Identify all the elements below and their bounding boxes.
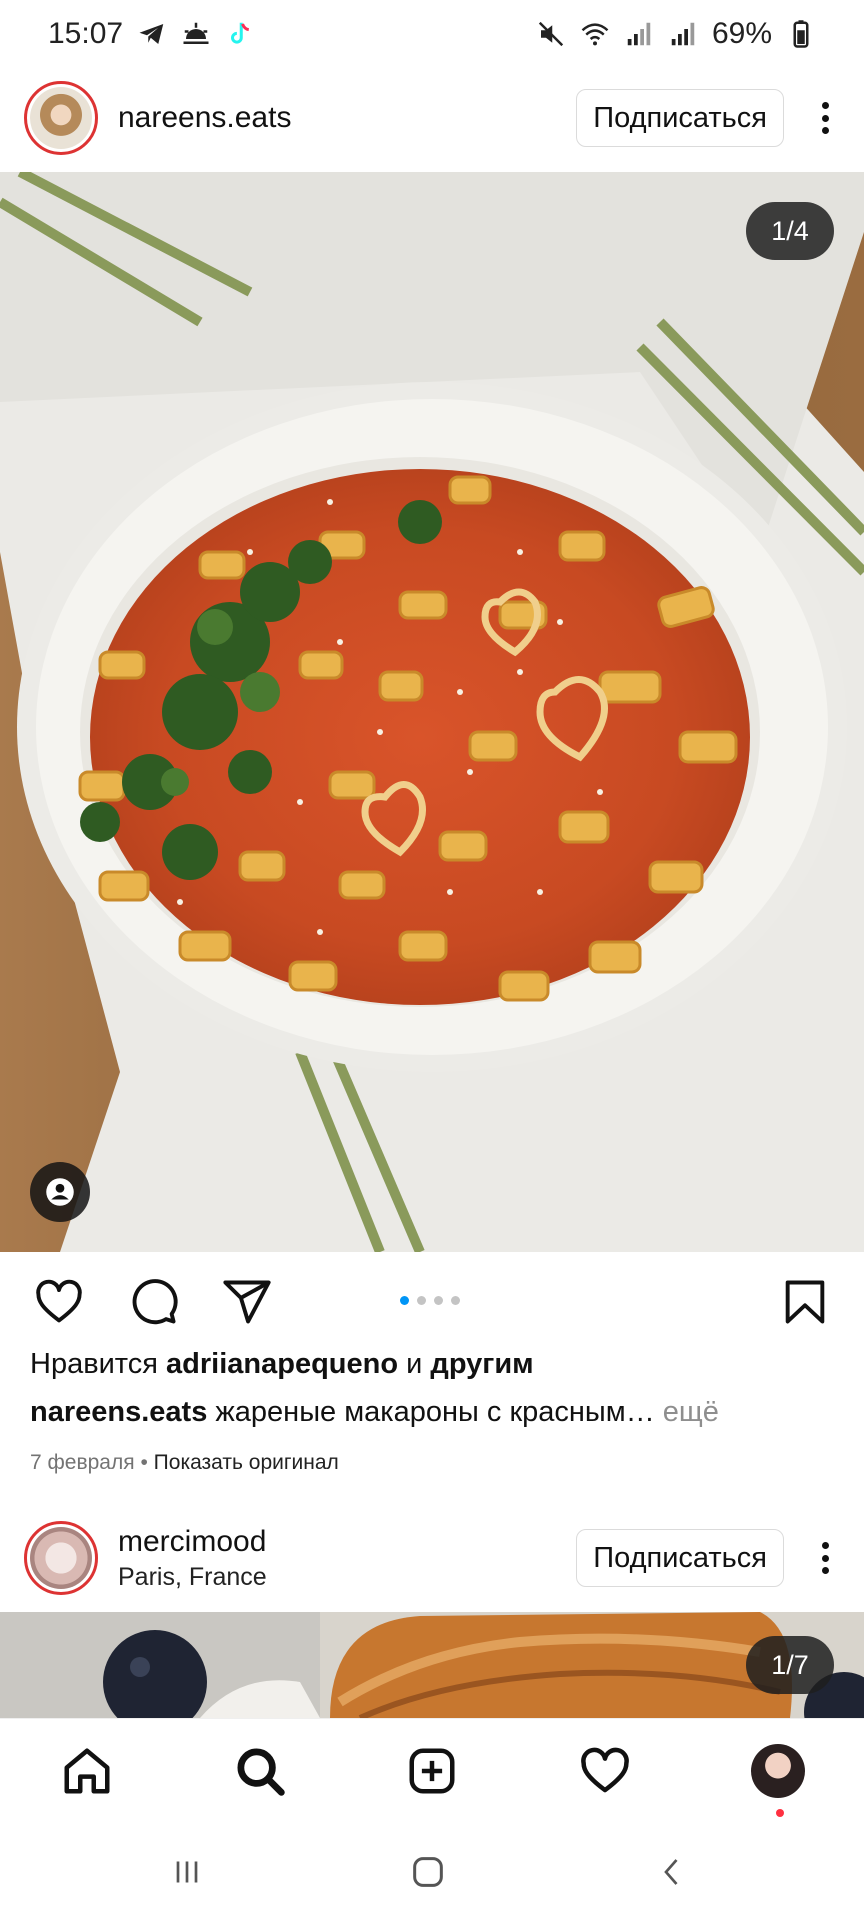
likes-text: Нравится adriianapequeno и другим bbox=[30, 1348, 534, 1381]
profile-avatar-image bbox=[751, 1744, 805, 1798]
croissant-photo bbox=[0, 1612, 864, 1718]
liked-by-user[interactable]: adriianapequeno bbox=[166, 1348, 398, 1380]
carousel-dot bbox=[417, 1296, 426, 1305]
status-time: 15:07 bbox=[48, 17, 124, 50]
caption: nareens.eats жареные макароны с красным…… bbox=[30, 1396, 719, 1429]
telegram-icon bbox=[137, 19, 167, 49]
carousel-dot bbox=[451, 1296, 460, 1305]
pasta-photo bbox=[0, 172, 864, 1252]
tiktok-icon bbox=[225, 19, 255, 49]
caption-text: жареные макароны с красным… bbox=[215, 1396, 655, 1428]
profile-avatar[interactable] bbox=[750, 1743, 806, 1799]
signal-icon bbox=[668, 19, 698, 49]
activity-heart-icon[interactable] bbox=[577, 1743, 633, 1799]
post-header: mercimood Paris, France Подписаться bbox=[0, 1508, 864, 1608]
save-icon[interactable] bbox=[779, 1276, 831, 1328]
share-icon[interactable] bbox=[221, 1276, 273, 1328]
avatar[interactable] bbox=[24, 1521, 98, 1595]
follow-button[interactable]: Подписаться bbox=[576, 1529, 784, 1587]
action-bar bbox=[0, 1262, 864, 1338]
image-counter: 1/4 bbox=[746, 202, 834, 260]
user-block: nareens.eats bbox=[118, 101, 576, 135]
caption-username[interactable]: nareens.eats bbox=[30, 1396, 207, 1428]
likes-others-link[interactable]: другим bbox=[430, 1348, 533, 1380]
post-date: 7 февраля bbox=[30, 1451, 135, 1474]
follow-button[interactable]: Подписаться bbox=[576, 89, 784, 147]
post-image[interactable]: 1/7 bbox=[0, 1612, 864, 1718]
caption-more-link[interactable]: ещё bbox=[663, 1396, 719, 1428]
weather-icon bbox=[181, 19, 211, 49]
avatar-image bbox=[30, 87, 92, 149]
battery-percent: 69% bbox=[711, 17, 772, 50]
more-options-icon[interactable] bbox=[810, 1538, 840, 1578]
home-icon[interactable] bbox=[59, 1743, 115, 1799]
username[interactable]: mercimood bbox=[118, 1525, 576, 1559]
signal-icon bbox=[624, 19, 654, 49]
post-image[interactable]: 1/4 bbox=[0, 172, 864, 1252]
like-icon[interactable] bbox=[33, 1276, 85, 1328]
notification-dot bbox=[776, 1809, 784, 1817]
status-right: 69% bbox=[536, 17, 816, 51]
create-post-icon[interactable] bbox=[404, 1743, 460, 1799]
tagged-users-icon[interactable] bbox=[30, 1162, 90, 1222]
battery-icon bbox=[786, 19, 816, 49]
carousel-dots bbox=[400, 1296, 460, 1305]
post-meta: 7 февраля • Показать оригинал bbox=[30, 1451, 339, 1475]
image-counter: 1/7 bbox=[746, 1636, 834, 1694]
status-bar: 15:07 69% bbox=[0, 0, 864, 68]
recents-icon[interactable] bbox=[165, 1850, 209, 1894]
search-icon[interactable] bbox=[232, 1743, 288, 1799]
back-icon[interactable] bbox=[650, 1850, 694, 1894]
location[interactable]: Paris, France bbox=[118, 1563, 576, 1592]
avatar-image bbox=[30, 1527, 92, 1589]
mute-icon bbox=[536, 19, 566, 49]
post-header: nareens.eats Подписаться bbox=[0, 68, 864, 168]
comment-icon[interactable] bbox=[127, 1276, 179, 1328]
likes-and: и bbox=[406, 1348, 423, 1380]
system-navigation bbox=[0, 1822, 864, 1920]
show-original-link[interactable]: Показать оригинал bbox=[154, 1451, 339, 1474]
username[interactable]: nareens.eats bbox=[118, 101, 576, 135]
likes-prefix: Нравится bbox=[30, 1348, 158, 1380]
user-block: mercimood Paris, France bbox=[118, 1525, 576, 1592]
carousel-dot bbox=[434, 1296, 443, 1305]
wifi-icon bbox=[580, 19, 610, 49]
carousel-dot bbox=[400, 1296, 409, 1305]
meta-separator: • bbox=[140, 1451, 148, 1474]
home-button-icon[interactable] bbox=[406, 1850, 450, 1894]
status-left: 15:07 bbox=[48, 17, 255, 51]
bottom-navigation bbox=[0, 1718, 864, 1822]
more-options-icon[interactable] bbox=[810, 98, 840, 138]
avatar[interactable] bbox=[24, 81, 98, 155]
